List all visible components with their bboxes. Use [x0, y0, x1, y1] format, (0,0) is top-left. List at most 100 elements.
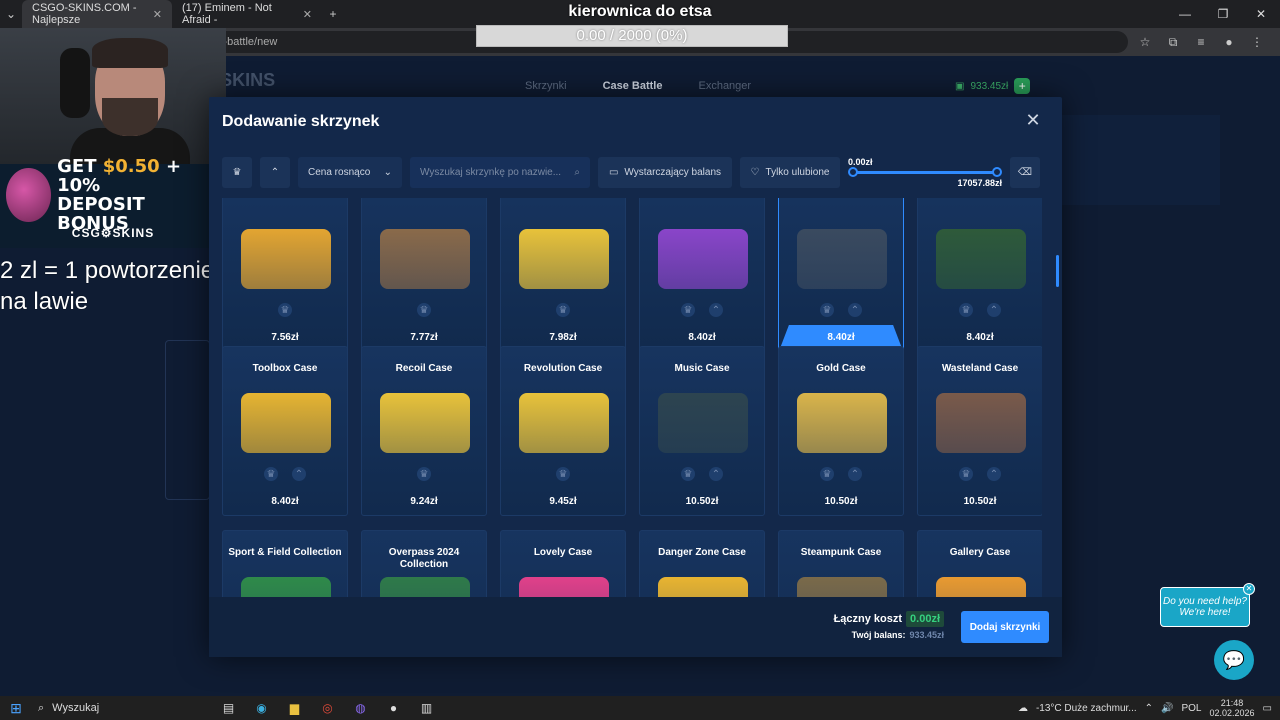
crown-filter-button[interactable]: ♛ [222, 157, 252, 188]
case-card[interactable]: Overpass 2024 Collection♛ [361, 530, 487, 598]
price-range-slider[interactable]: 0.00zł 17057.88zł [848, 157, 1002, 188]
notifications-icon[interactable]: ▭ [1263, 703, 1272, 714]
case-card[interactable]: Wasteland Case ♛ ⌃ 10.50zł [917, 346, 1042, 516]
case-search-input[interactable]: Wyszukaj skrzynkę po nazwie... ⌕ [410, 157, 590, 188]
rank-filter-button[interactable]: ⌃ [260, 157, 290, 188]
promo-banner: GET $0.50 + 10% DEPOSIT BONUS CSG⚙SKINS [0, 157, 226, 248]
restore-icon[interactable]: ❐ [1204, 0, 1242, 28]
range-max-handle[interactable] [992, 167, 1002, 177]
range-min-label: 0.00zł [848, 157, 873, 167]
sort-select-value: Cena rosnąco [308, 167, 371, 178]
nav-item-skrzynki[interactable]: Skrzynki [525, 80, 567, 92]
case-image [936, 393, 1026, 453]
nav-item-exchanger[interactable]: Exchanger [698, 80, 751, 92]
clock[interactable]: 21:48 02.02.2026 [1210, 698, 1255, 718]
modal-footer: Łączny koszt 0.00zł Twój balans: 933.45zł … [209, 597, 1062, 657]
case-card[interactable]: Lovely Case♛ [500, 530, 626, 598]
app-icon[interactable]: ▥ [410, 696, 443, 720]
case-name: Lovely Case [533, 547, 593, 558]
case-image [936, 577, 1026, 598]
language-indicator[interactable]: POL [1181, 703, 1201, 714]
case-card[interactable]: Music Case ♛ ⌃ 10.50zł [639, 346, 765, 516]
profile-icon[interactable]: ● [1218, 31, 1240, 53]
discord-icon[interactable]: ◍ [344, 696, 377, 720]
close-icon[interactable]: ✕ [1024, 111, 1042, 129]
case-price: 8.40zł [271, 496, 299, 507]
case-name: Gallery Case [949, 547, 1011, 558]
wallet-icon: ▭ [608, 167, 619, 178]
tab-csgo-skins[interactable]: CSGO-SKINS.COM - Najlepsze ✕ [22, 0, 172, 28]
sufficient-balance-button[interactable]: ▭ Wystarczający balans [598, 157, 732, 188]
clear-filters-button[interactable]: ⌫ [1010, 157, 1040, 188]
case-name: Danger Zone Case [658, 547, 746, 558]
add-cases-button[interactable]: Dodaj skrzynki [961, 611, 1049, 643]
case-grid: ♛ 7.56zł ♛ 7.77zł ♛ 7.98zł ♛ ⌃ 8.40zł ♛ ⌃ 8.40zł ♛ ⌃ 8… [222, 198, 1042, 598]
case-card[interactable]: ♛ 7.77zł [361, 198, 487, 352]
window-controls: — ❐ ✕ [1166, 0, 1280, 28]
crown-icon: ♛ [556, 467, 570, 481]
search-icon: ⌕ [574, 167, 580, 178]
new-tab-icon[interactable]: + [322, 3, 344, 25]
grid-scrollbar[interactable] [1056, 255, 1059, 287]
menu-icon[interactable]: ⋮ [1246, 31, 1268, 53]
close-icon[interactable]: ✕ [1243, 583, 1255, 595]
chrome-icon[interactable]: ◎ [311, 696, 344, 720]
chat-open-button[interactable]: 💬 [1214, 640, 1254, 680]
case-card[interactable]: Revolution Case ♛ 9.45zł [500, 346, 626, 516]
case-card[interactable]: ♛ 7.56zł [222, 198, 348, 352]
case-card[interactable]: ♛ ⌃ 8.40zł [917, 198, 1042, 352]
close-window-icon[interactable]: ✕ [1242, 0, 1280, 28]
close-tab-icon[interactable]: ✕ [153, 8, 162, 21]
obs-icon[interactable]: ● [377, 696, 410, 720]
edge-icon[interactable]: ◉ [245, 696, 278, 720]
minimize-icon[interactable]: — [1166, 0, 1204, 28]
case-badges: ♛ [362, 303, 486, 317]
case-card[interactable]: Gold Case ♛ ⌃ 10.50zł [778, 346, 904, 516]
case-price: 9.45zł [549, 496, 577, 507]
chevrons-up-icon: ⌃ [848, 467, 862, 481]
tab-list-icon[interactable]: ⌄ [0, 3, 22, 25]
case-name: Sport & Field Collection [228, 547, 342, 558]
media-icon[interactable]: ≡ [1190, 31, 1212, 53]
windows-taskbar: ⊞ ⌕ Wyszukaj ▤ ◉ ▆ ◎ ◍ ● ▥ ☁ -13°C Duże … [0, 696, 1280, 720]
case-image [658, 229, 748, 289]
case-card[interactable]: Recoil Case ♛ 9.24zł [361, 346, 487, 516]
nav-item-case-battle[interactable]: Case Battle [603, 80, 663, 92]
background-panel [165, 340, 210, 500]
case-card[interactable]: ♛ 7.98zł [500, 198, 626, 352]
case-name: Overpass 2024 Collection [388, 547, 460, 570]
case-card[interactable]: Steampunk Case♛⌃ [778, 530, 904, 598]
tab-youtube[interactable]: (17) Eminem - Not Afraid - ✕ [172, 0, 322, 28]
case-card[interactable]: ♛ ⌃ 8.40zł [639, 198, 765, 352]
favorites-only-button[interactable]: ♡ Tylko ulubione [740, 157, 840, 188]
case-name: Recoil Case [395, 363, 453, 374]
goal-progress-bar: 0.00 / 2000 (0%) [476, 25, 788, 47]
sort-select[interactable]: Cena rosnąco ⌄ [298, 157, 402, 188]
bookmark-star-icon[interactable]: ☆ [1134, 31, 1156, 53]
extensions-icon[interactable]: ⧉ [1162, 31, 1184, 53]
deposit-button[interactable]: + [1014, 78, 1031, 94]
case-image [380, 229, 470, 289]
case-card[interactable]: Danger Zone Case♛⌃ [639, 530, 765, 598]
crown-icon: ♛ [278, 303, 292, 317]
volume-icon[interactable]: 🔊 [1161, 703, 1173, 714]
case-image [797, 229, 887, 289]
case-card[interactable]: Gallery Case♛⌃ [917, 530, 1042, 598]
chevrons-up-icon: ⌃ [709, 303, 723, 317]
task-view-icon[interactable]: ▤ [212, 696, 245, 720]
range-min-handle[interactable] [848, 167, 858, 177]
case-card[interactable]: ♛ ⌃ 8.40zł [778, 198, 904, 352]
windows-start-icon[interactable]: ⊞ [0, 696, 32, 720]
chat-help-bubble[interactable]: Do you need help? We're here! [1160, 587, 1250, 627]
tray-overflow-icon[interactable]: ⌃ [1145, 703, 1153, 714]
webcam-overlay [0, 28, 226, 164]
explorer-icon[interactable]: ▆ [278, 696, 311, 720]
case-card[interactable]: Toolbox Case ♛ ⌃ 8.40zł [222, 346, 348, 516]
promo-text: GET $0.50 + 10% DEPOSIT BONUS [57, 157, 220, 233]
case-price: 10.50zł [824, 496, 858, 507]
close-tab-icon[interactable]: ✕ [303, 8, 312, 21]
case-card[interactable]: Sport & Field Collection♛ [222, 530, 348, 598]
taskbar-search[interactable]: ⌕ Wyszukaj [32, 696, 212, 720]
case-name: Revolution Case [523, 363, 603, 374]
system-tray: ☁ -13°C Duże zachmur... ⌃ 🔊 POL 21:48 02… [1018, 698, 1280, 718]
